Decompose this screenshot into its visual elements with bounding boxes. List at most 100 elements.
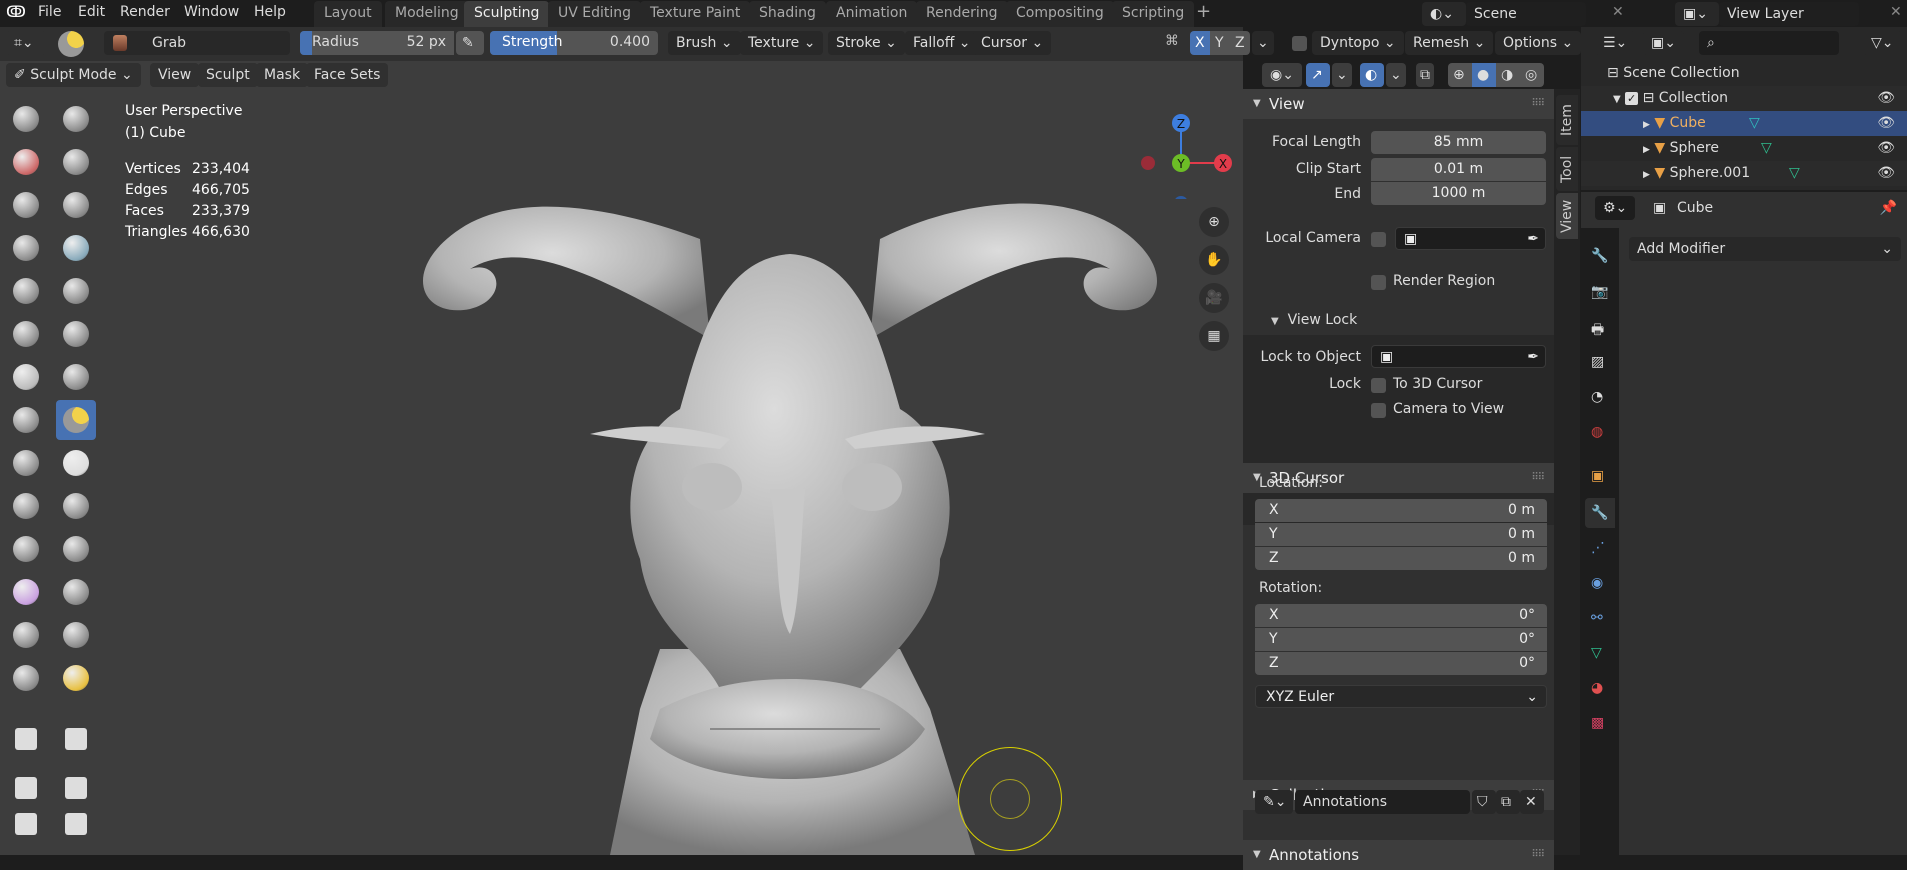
- tab-uv-editing[interactable]: UV Editing: [548, 1, 642, 27]
- eyedropper-icon[interactable]: ✒: [1527, 228, 1539, 251]
- tab-modeling[interactable]: Modeling: [385, 1, 469, 27]
- tool-transform[interactable]: [6, 804, 46, 844]
- view-layer-properties-icon[interactable]: ▨: [1591, 354, 1604, 370]
- menu-file[interactable]: File: [38, 0, 61, 27]
- tool-draw-sharp[interactable]: [56, 99, 96, 139]
- tool-pose[interactable]: [56, 486, 96, 526]
- tool-boundary[interactable]: [56, 572, 96, 612]
- cursor-location-y[interactable]: Y 0 m: [1255, 523, 1547, 546]
- pan-view-hand-icon[interactable]: ✋: [1199, 245, 1229, 275]
- brush-menu[interactable]: Brush ⌄: [668, 31, 741, 55]
- local-camera-field[interactable]: ▣ ✒: [1395, 227, 1546, 250]
- cursor-rotation-y[interactable]: Y 0°: [1255, 628, 1547, 651]
- view-lock-subpanel-header[interactable]: ▼ View Lock: [1271, 312, 1357, 328]
- tab-sculpting[interactable]: Sculpting: [464, 1, 550, 27]
- outliner-object-row[interactable]: ▶ ▼ Cube ▽ 👁: [1581, 111, 1907, 136]
- tool-rotate[interactable]: [56, 529, 96, 569]
- tab-animation[interactable]: Animation: [826, 1, 918, 27]
- tab-rendering[interactable]: Rendering: [916, 1, 1008, 27]
- annotation-name-field[interactable]: Annotations: [1295, 790, 1470, 814]
- outliner-object-row[interactable]: ▶ ▼ Sphere.001 ▽ 👁: [1581, 161, 1907, 186]
- tool-draw-face-sets[interactable]: [56, 658, 96, 698]
- overlays-toggle-icon[interactable]: ◐: [1360, 63, 1384, 87]
- options-menu[interactable]: Options ⌄: [1495, 31, 1582, 55]
- outliner-filter-icon[interactable]: ▽⌄: [1863, 31, 1902, 55]
- rotation-mode-dropdown[interactable]: XYZ Euler ⌄: [1255, 685, 1547, 708]
- tool-pinch[interactable]: [6, 400, 46, 440]
- outliner-object-row[interactable]: ▶ ▼ Sphere ▽ 👁: [1581, 136, 1907, 161]
- data-properties-icon[interactable]: ▽: [1591, 645, 1602, 661]
- navigation-gizmo[interactable]: Z X Y: [1120, 99, 1240, 199]
- eye-icon[interactable]: 👁: [1877, 111, 1895, 136]
- camera-to-view-checkbox[interactable]: [1371, 403, 1386, 418]
- overlays-dropdown[interactable]: ⌄: [1386, 63, 1406, 87]
- tab-view[interactable]: View: [1556, 193, 1578, 239]
- eye-icon[interactable]: 👁: [1877, 86, 1895, 111]
- menu-view[interactable]: View: [150, 63, 200, 87]
- cursor-rotation-x[interactable]: X 0°: [1255, 604, 1547, 627]
- view-layer-selector-icon[interactable]: ▣⌄: [1675, 2, 1719, 26]
- remesh-menu[interactable]: Remesh ⌄: [1405, 31, 1494, 55]
- mode-selector[interactable]: ✐ Sculpt Mode ⌄: [6, 63, 141, 87]
- tool-crease[interactable]: [6, 271, 46, 311]
- tab-texture-paint[interactable]: Texture Paint: [640, 1, 751, 27]
- tool-clay[interactable]: [6, 142, 46, 182]
- falloff-menu[interactable]: Falloff ⌄: [905, 31, 979, 55]
- constraints-properties-icon[interactable]: ⚯: [1591, 610, 1603, 626]
- zoom-view-icon[interactable]: ⊕: [1199, 207, 1229, 237]
- cursor-menu[interactable]: Cursor ⌄: [973, 31, 1052, 55]
- render-properties-icon[interactable]: 📷: [1591, 284, 1608, 300]
- unlink-icon[interactable]: ✕: [1520, 790, 1544, 814]
- tab-item[interactable]: Item: [1556, 95, 1578, 145]
- particles-properties-icon[interactable]: ⋰: [1591, 540, 1605, 556]
- symmetry-x-toggle[interactable]: X: [1190, 31, 1210, 55]
- dyntopo-menu[interactable]: Dyntopo ⌄: [1312, 31, 1404, 55]
- clip-end-field[interactable]: 1000 m: [1371, 182, 1546, 205]
- tool-properties-icon[interactable]: 🔧: [1591, 248, 1608, 264]
- menu-face-sets[interactable]: Face Sets: [306, 63, 389, 87]
- tool-slide-relax[interactable]: [6, 572, 46, 612]
- scene-properties-icon[interactable]: ◔: [1591, 389, 1603, 405]
- tool-box-hide[interactable]: [56, 719, 96, 759]
- mesh-data-icon[interactable]: ▽: [1761, 136, 1772, 161]
- cursor-location-x[interactable]: X 0 m: [1255, 499, 1547, 522]
- object-visibility-icon[interactable]: ◉⌄: [1262, 63, 1302, 87]
- tool-draw[interactable]: [6, 99, 46, 139]
- tool-nudge[interactable]: [6, 529, 46, 569]
- tab-tool[interactable]: Tool: [1556, 147, 1578, 191]
- local-camera-checkbox[interactable]: [1371, 232, 1386, 247]
- tab-compositing[interactable]: Compositing: [1006, 1, 1114, 27]
- tool-cloth[interactable]: [6, 615, 46, 655]
- object-properties-icon[interactable]: ▣: [1591, 468, 1604, 484]
- tool-blob[interactable]: [56, 228, 96, 268]
- symmetry-options-dropdown[interactable]: ⌄: [1252, 31, 1274, 55]
- close-view-layer-icon[interactable]: ✕: [1890, 0, 1902, 27]
- shading-material-icon[interactable]: ◑: [1496, 63, 1520, 87]
- tool-box-mask[interactable]: [6, 719, 46, 759]
- render-region-checkbox[interactable]: [1371, 275, 1386, 290]
- close-scene-icon[interactable]: ✕: [1612, 0, 1624, 27]
- symmetry-y-toggle[interactable]: Y: [1210, 31, 1230, 55]
- tool-thumb[interactable]: [6, 486, 46, 526]
- tool-grab[interactable]: [56, 400, 96, 440]
- tool-smooth[interactable]: [56, 271, 96, 311]
- texture-properties-icon[interactable]: ▩: [1591, 715, 1604, 731]
- tool-clay-thumb[interactable]: [6, 185, 46, 225]
- tool-rotate-tool[interactable]: [56, 804, 96, 844]
- brush-name-field[interactable]: Grab: [104, 31, 290, 55]
- collection-checkbox[interactable]: ✓: [1625, 92, 1639, 105]
- expand-arrow-icon[interactable]: ▼: [1613, 94, 1621, 105]
- duplicate-icon[interactable]: ⧉: [1496, 790, 1520, 814]
- perspective-toggle-icon[interactable]: ▦: [1199, 321, 1229, 351]
- camera-view-icon[interactable]: 🎥: [1199, 283, 1229, 313]
- stroke-menu[interactable]: Stroke ⌄: [828, 31, 905, 55]
- tool-flatten[interactable]: [6, 314, 46, 354]
- blender-logo-icon[interactable]: ↂ: [6, 0, 26, 27]
- eyedropper-icon[interactable]: ✒: [1527, 346, 1539, 369]
- fake-user-shield-icon[interactable]: ⛉: [1472, 790, 1496, 814]
- 3d-viewport[interactable]: User Perspective (1) Cube Vertices 233,40…: [0, 89, 1243, 855]
- display-mode-icon[interactable]: ☰⌄: [1595, 31, 1636, 55]
- annotations-panel-header[interactable]: ▼ Annotations ⠿⠿: [1243, 840, 1554, 870]
- view-panel-header[interactable]: ▼ View ⠿⠿: [1243, 89, 1554, 119]
- tool-fill[interactable]: [56, 314, 96, 354]
